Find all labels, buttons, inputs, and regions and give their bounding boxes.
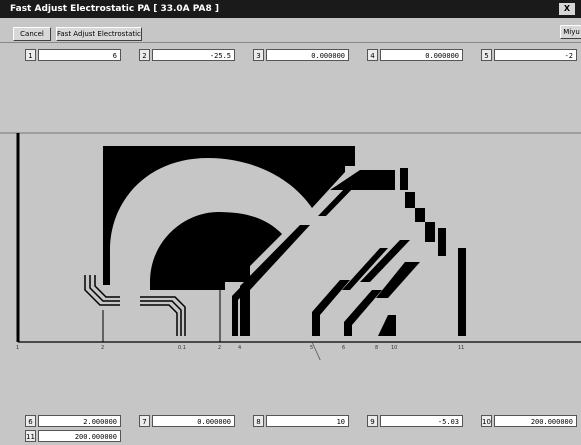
electrode-value-input[interactable]: -25.5 (152, 49, 235, 61)
electrode-value-input[interactable]: -5.03 (380, 415, 463, 427)
wire-electrode (140, 300, 182, 336)
electrode-value-input[interactable]: 0.000000 (380, 49, 463, 61)
window-title: Fast Adjust Electrostatic PA [ 33.0A PA8… (10, 4, 220, 14)
axis-tick-label: 8 (375, 345, 378, 351)
electrode-value-input[interactable]: 200.000000 (38, 430, 121, 442)
electrode-value-input[interactable]: 10 (266, 415, 349, 427)
electrode-field-6[interactable]: 6 2.000000 (25, 415, 121, 427)
electrode-value-input[interactable]: 200.000000 (494, 415, 577, 427)
end-electrode (458, 248, 466, 336)
diagonal-electrode (344, 290, 382, 336)
right-toolbar-button[interactable]: Miyu (560, 25, 581, 39)
electrode-value-input[interactable]: 0.000000 (266, 49, 349, 61)
electrode-number: 3 (253, 49, 264, 61)
electrode-field-5[interactable]: 5 -2 (481, 49, 577, 61)
electrode-field-4[interactable]: 4 0.000000 (367, 49, 463, 61)
electrode-value-input[interactable]: 6 (38, 49, 121, 61)
step-electrode (425, 222, 435, 242)
electrode-value-input[interactable]: 2.000000 (38, 415, 121, 427)
electrode-number: 1 (25, 49, 36, 61)
diagonal-electrode (378, 315, 396, 336)
electrode-number: 2 (139, 49, 150, 61)
electrode-number: 6 (25, 415, 36, 427)
axis-tick-label: 0.1 (178, 345, 186, 351)
electrode-field-8[interactable]: 8 10 (253, 415, 349, 427)
step-electrode (405, 192, 415, 208)
axis-tick-label: 1 (16, 345, 19, 351)
fast-adjust-button[interactable]: Fast Adjust Electrostatic PA (56, 27, 142, 41)
electrode-value-input[interactable]: -2 (494, 49, 577, 61)
axis-tick-label: 11 (458, 345, 464, 351)
electrode-number: 8 (253, 415, 264, 427)
electrode-number: 7 (139, 415, 150, 427)
step-electrode (415, 208, 425, 222)
step-electrode (345, 146, 355, 166)
axis-tick-label: 6 (342, 345, 345, 351)
cancel-button[interactable]: Cancel (13, 27, 51, 41)
electrode-value-input[interactable]: 0.000000 (152, 415, 235, 427)
electrode-number: 4 (367, 49, 378, 61)
axis-tick-label: 4 (238, 345, 241, 351)
electrode-number: 9 (367, 415, 378, 427)
electrode-field-1[interactable]: 1 6 (25, 49, 121, 61)
axis-tick-label: 2 (101, 345, 104, 351)
toolbar-divider (0, 42, 581, 43)
electrode-number: 10 (481, 415, 492, 427)
electrode-field-9[interactable]: 9 -5.03 (367, 415, 463, 427)
axis-tick-label: 2 (218, 345, 221, 351)
step-electrode (438, 228, 446, 256)
wire-electrode (140, 296, 186, 336)
electrode-geometry-view[interactable]: 1 2 0.1 2 4 5 6 8 10 11 (0, 130, 581, 360)
electrode-field-7[interactable]: 7 0.000000 (139, 415, 235, 427)
step-electrode (400, 168, 408, 190)
electrode-field-10[interactable]: 10 200.000000 (481, 415, 577, 427)
axis-tick-label: 10 (391, 345, 397, 351)
electrode-number: 11 (25, 430, 36, 442)
electrode-field-2[interactable]: 2 -25.5 (139, 49, 235, 61)
close-icon[interactable]: X (559, 3, 575, 15)
inner-electrode-base (150, 282, 225, 290)
window-titlebar: Fast Adjust Electrostatic PA [ 33.0A PA8… (0, 0, 581, 18)
electrode-field-11[interactable]: 11 200.000000 (25, 430, 121, 442)
electrode-field-3[interactable]: 3 0.000000 (253, 49, 349, 61)
axis-tick-label: 5 (310, 345, 313, 351)
wire-electrode (140, 304, 178, 336)
pointer-line (311, 341, 321, 360)
electrode-number: 5 (481, 49, 492, 61)
